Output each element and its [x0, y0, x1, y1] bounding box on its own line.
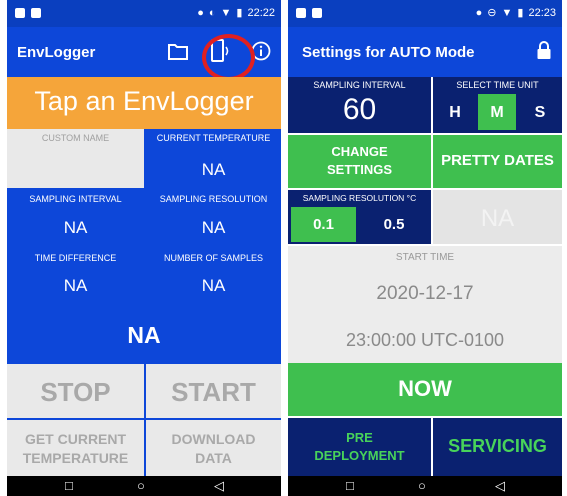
settings-title: Settings for AUTO Mode — [302, 44, 475, 61]
pretty-dates-button[interactable]: PRETTY DATES — [433, 135, 562, 188]
time-difference-value: NA — [63, 276, 88, 295]
sampling-interval-value: 60 — [342, 93, 377, 126]
start-time-label: START TIME — [395, 252, 455, 263]
unit-h-label: H — [449, 104, 461, 121]
home-icon[interactable]: ○ — [137, 478, 145, 493]
folder-icon[interactable] — [168, 42, 188, 60]
status-display: NA — [7, 306, 281, 364]
download-data-button[interactable]: DOWNLOAD DATA — [146, 420, 281, 476]
nfc-highlight-circle — [202, 34, 255, 81]
sampling-resolution-label: SAMPLING RESOLUTION °C — [302, 193, 417, 203]
number-of-samples-cell: NUMBER OF SAMPLES NA — [146, 249, 281, 304]
recents-icon[interactable]: □ — [65, 478, 73, 493]
number-of-samples-value: NA — [201, 276, 226, 295]
resolution-0-1-button[interactable]: 0.1 — [291, 207, 356, 242]
dnd-icon: ⊖ — [487, 7, 497, 19]
app-title: EnvLogger — [17, 44, 96, 61]
disabled-field: NA — [433, 190, 562, 244]
wifi-icon: ▼ — [220, 7, 232, 19]
battery-icon: ▮ — [517, 7, 524, 19]
start-button[interactable]: START — [146, 364, 281, 418]
main-screen: ● ◐ ▼ ▮ 22:22 EnvLogger Tap an EnvLogger… — [7, 0, 281, 496]
unit-h-button[interactable]: H — [436, 94, 474, 130]
resolution-0-1-label: 0.1 — [313, 216, 334, 233]
stop-button[interactable]: STOP — [7, 364, 144, 418]
get-current-temperature-button[interactable]: GET CURRENT TEMPERATURE — [7, 420, 144, 476]
recents-icon[interactable]: □ — [346, 478, 354, 493]
location-icon: ● — [197, 7, 204, 19]
status-time: 22:23 — [528, 7, 556, 19]
status-bar: ● ⊖ ▼ ▮ 22:23 — [288, 0, 562, 27]
tap-banner-text: Tap an EnvLogger — [34, 86, 254, 116]
custom-name-label: CUSTOM NAME — [41, 133, 110, 143]
wifi-icon: ▼ — [501, 7, 513, 19]
location-icon: ● — [475, 7, 483, 19]
sampling-resolution-selector: SAMPLING RESOLUTION °C 0.1 0.5 — [288, 190, 431, 244]
time-unit-selector: SELECT TIME UNIT H M S — [433, 77, 562, 133]
change-settings-line1: CHANGE — [331, 144, 388, 159]
download-label-line1: DOWNLOAD — [171, 431, 256, 447]
start-date-value: 2020-12-17 — [376, 283, 474, 304]
sampling-resolution-label: SAMPLING RESOLUTION — [159, 194, 268, 204]
current-temperature-value: NA — [201, 160, 226, 179]
sampling-resolution-cell: SAMPLING RESOLUTION NA — [146, 190, 281, 247]
current-temperature-cell: CURRENT TEMPERATURE NA — [146, 129, 281, 188]
time-difference-label: TIME DIFFERENCE — [34, 253, 117, 263]
get-temp-label-line1: GET CURRENT — [24, 431, 127, 447]
servicing-label: SERVICING — [448, 436, 547, 456]
vibrate-icon: ◐ — [208, 7, 216, 19]
download-label-line2: DATA — [195, 450, 232, 466]
nav-bar: □ ○ ◁ — [7, 476, 281, 496]
lock-icon[interactable] — [536, 40, 552, 60]
status-time: 22:22 — [247, 7, 275, 19]
start-time-value: 23:00:00 UTC-0100 — [345, 330, 505, 350]
battery-icon: ▮ — [236, 7, 243, 19]
sampling-interval-value: NA — [63, 218, 88, 237]
pretty-dates-label: PRETTY DATES — [441, 152, 554, 169]
sampling-resolution-value: NA — [201, 218, 226, 237]
number-of-samples-label: NUMBER OF SAMPLES — [163, 253, 264, 263]
pre-deployment-button[interactable]: PRE DEPLOYMENT — [288, 418, 431, 476]
stop-button-label: STOP — [40, 377, 111, 407]
sampling-interval-label: SAMPLING INTERVAL — [29, 194, 122, 204]
servicing-button[interactable]: SERVICING — [433, 418, 562, 476]
notification-icons — [15, 8, 41, 18]
back-icon[interactable]: ◁ — [214, 478, 224, 494]
unit-s-button[interactable]: S — [521, 94, 559, 130]
nav-bar: □ ○ ◁ — [288, 476, 562, 496]
notification-icons — [296, 8, 322, 18]
now-button-label: NOW — [398, 376, 452, 401]
pre-deployment-line1: PRE — [346, 430, 373, 445]
start-button-label: START — [171, 377, 256, 407]
change-settings-line2: SETTINGS — [326, 162, 392, 177]
back-icon[interactable]: ◁ — [495, 478, 505, 494]
now-button[interactable]: NOW — [288, 363, 562, 416]
current-temperature-label: CURRENT TEMPERATURE — [156, 133, 271, 143]
unit-m-label: M — [490, 104, 504, 121]
unit-s-label: S — [534, 104, 546, 121]
start-time-panel[interactable]: START TIME 2020-12-17 23:00:00 UTC-0100 — [288, 246, 562, 363]
unit-m-button[interactable]: M — [478, 94, 516, 130]
sampling-interval-cell: SAMPLING INTERVAL NA — [7, 190, 144, 247]
sampling-interval-label: SAMPLING INTERVAL — [313, 80, 406, 90]
status-bar: ● ◐ ▼ ▮ 22:22 — [7, 0, 281, 27]
pre-deployment-line2: DEPLOYMENT — [314, 448, 405, 463]
home-icon[interactable]: ○ — [418, 478, 426, 493]
custom-name-cell: CUSTOM NAME — [7, 129, 144, 188]
disabled-field-value: NA — [480, 205, 515, 232]
settings-screen: ● ⊖ ▼ ▮ 22:23 Settings for AUTO Mode SAM… — [288, 0, 562, 496]
tap-banner: Tap an EnvLogger — [7, 77, 281, 129]
resolution-0-5-label: 0.5 — [383, 216, 405, 233]
status-value: NA — [127, 322, 161, 348]
time-unit-label: SELECT TIME UNIT — [456, 80, 539, 90]
time-difference-cell: TIME DIFFERENCE NA — [7, 249, 144, 304]
resolution-0-5-button[interactable]: 0.5 — [360, 207, 428, 242]
change-settings-button[interactable]: CHANGE SETTINGS — [288, 135, 431, 188]
app-bar: Settings for AUTO Mode — [288, 27, 562, 77]
sampling-interval-field[interactable]: SAMPLING INTERVAL 60 — [288, 77, 431, 133]
get-temp-label-line2: TEMPERATURE — [22, 450, 129, 466]
